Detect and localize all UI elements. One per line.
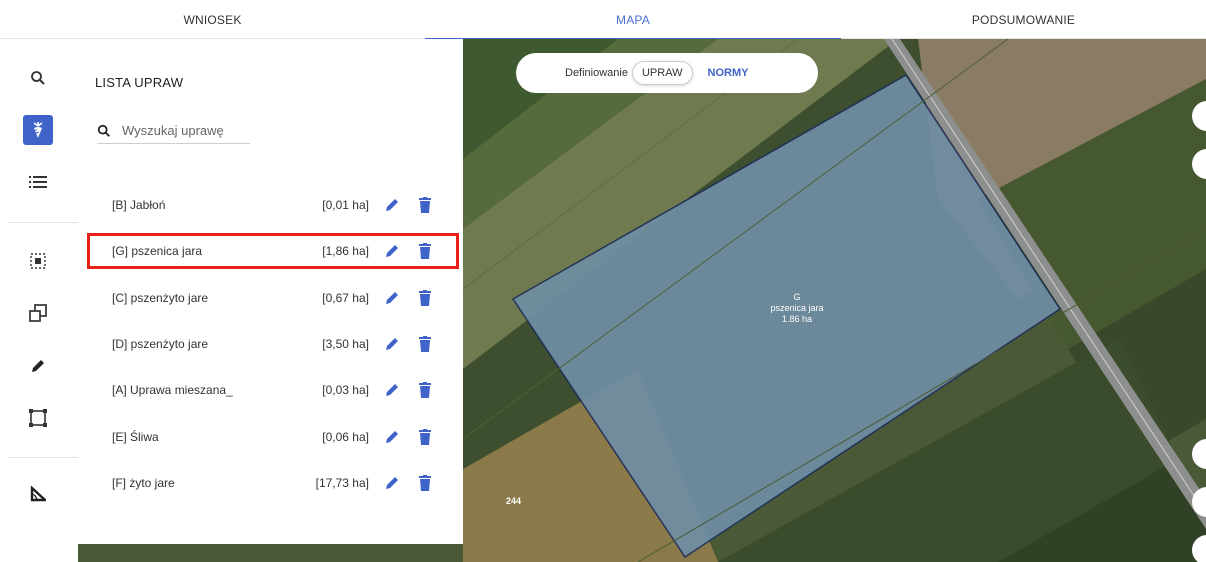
crop-area: [0,06 ha] [322,430,369,444]
crop-area: [0,03 ha] [322,383,369,397]
crop-list-item[interactable]: [F] żyto jare [17,73 ha] [87,465,459,501]
select-area-icon [30,253,46,269]
parcel-area: 1.86 ha [781,314,813,324]
tab-mapa[interactable]: MAPA [425,0,841,40]
crop-list-panel: LISTA UPRAW [B] Jabłoń [0,01 ha] [G] pszen… [78,39,463,544]
crop-search-input[interactable] [122,123,242,138]
tab-wniosek[interactable]: WNIOSEK [0,0,425,39]
crop-list-item[interactable]: [C] pszenżyto jare [0,67 ha] [87,280,459,316]
edit-icon[interactable] [383,196,401,214]
crop-list-item[interactable]: [B] Jabłoń [0,01 ha] [87,187,459,223]
crop-name: [E] Śliwa [112,430,159,444]
frame-tool-button[interactable] [23,403,53,433]
edit-icon[interactable] [383,381,401,399]
toolbar-divider [8,222,78,223]
edit-icon[interactable] [383,428,401,446]
app-root: WNIOSEK MAPA PODSUMOWANIE G pszenica jar… [0,0,1206,562]
crop-area: [0,67 ha] [322,291,369,305]
edit-icon[interactable] [383,474,401,492]
parcel-label: G pszenica jara 1.86 ha [752,292,842,325]
delete-icon[interactable] [418,428,432,446]
crop-list-item[interactable]: [G] pszenica jara [1,86 ha] [87,233,459,269]
delete-icon[interactable] [418,242,432,260]
toggle-upraw-option[interactable]: UPRAW [631,61,693,85]
crop-tool-button[interactable] [23,115,53,145]
crop-area: [1,86 ha] [322,244,369,258]
toggle-normy-option[interactable]: NORMY [699,61,758,85]
parcel-crop: pszenica jara [770,303,824,313]
crop-name: [G] pszenica jara [112,244,203,258]
crop-area: [17,73 ha] [315,476,369,490]
delete-icon[interactable] [418,381,432,399]
crop-list-item[interactable]: [D] pszenżyto jare [3,50 ha] [87,326,459,362]
crop-name: [D] pszenżyto jare [112,337,209,351]
definition-toggle: Definiowanie UPRAW NORMY [516,53,818,93]
copy-shape-icon [29,304,47,322]
measure-tool-button[interactable] [23,479,53,509]
search-tool-button[interactable] [23,63,53,93]
measure-angle-icon [30,486,46,502]
edit-icon[interactable] [383,289,401,307]
edit-icon[interactable] [383,242,401,260]
crop-area: [0,01 ha] [322,198,369,212]
crop-list-item[interactable]: [E] Śliwa [0,06 ha] [87,419,459,455]
frame-icon [29,409,47,427]
crop-search [97,118,250,144]
crop-name: [F] żyto jare [112,476,175,490]
delete-icon[interactable] [418,335,432,353]
crop-list-item[interactable]: [A] Uprawa mieszana_ [0,03 ha] [87,372,459,408]
select-area-tool-button[interactable] [23,246,53,276]
toggle-label: Definiowanie [565,67,628,79]
crop-icon [33,122,43,138]
left-toolbar [0,39,78,562]
panel-title: LISTA UPRAW [95,75,184,90]
tab-podsumowanie[interactable]: PODSUMOWANIE [841,0,1206,39]
delete-icon[interactable] [418,289,432,307]
parcel-code: G [793,292,801,302]
copy-shape-tool-button[interactable] [23,298,53,328]
crop-area: [3,50 ha] [322,337,369,351]
delete-icon[interactable] [418,474,432,492]
edit-icon[interactable] [383,335,401,353]
list-icon [29,176,47,188]
crop-name: [B] Jabłoń [112,198,166,212]
crop-name: [C] pszenżyto jare [112,291,209,305]
crop-name: [A] Uprawa mieszana_ [112,383,233,397]
map-number-label: 244 [506,496,522,506]
search-icon [97,124,110,137]
toolbar-divider [8,457,78,458]
list-tool-button[interactable] [23,167,53,197]
delete-icon[interactable] [418,196,432,214]
top-tabs: WNIOSEK MAPA PODSUMOWANIE [0,0,1206,40]
draw-tool-button[interactable] [23,351,53,381]
search-icon [31,71,45,85]
pencil-icon [32,360,44,372]
